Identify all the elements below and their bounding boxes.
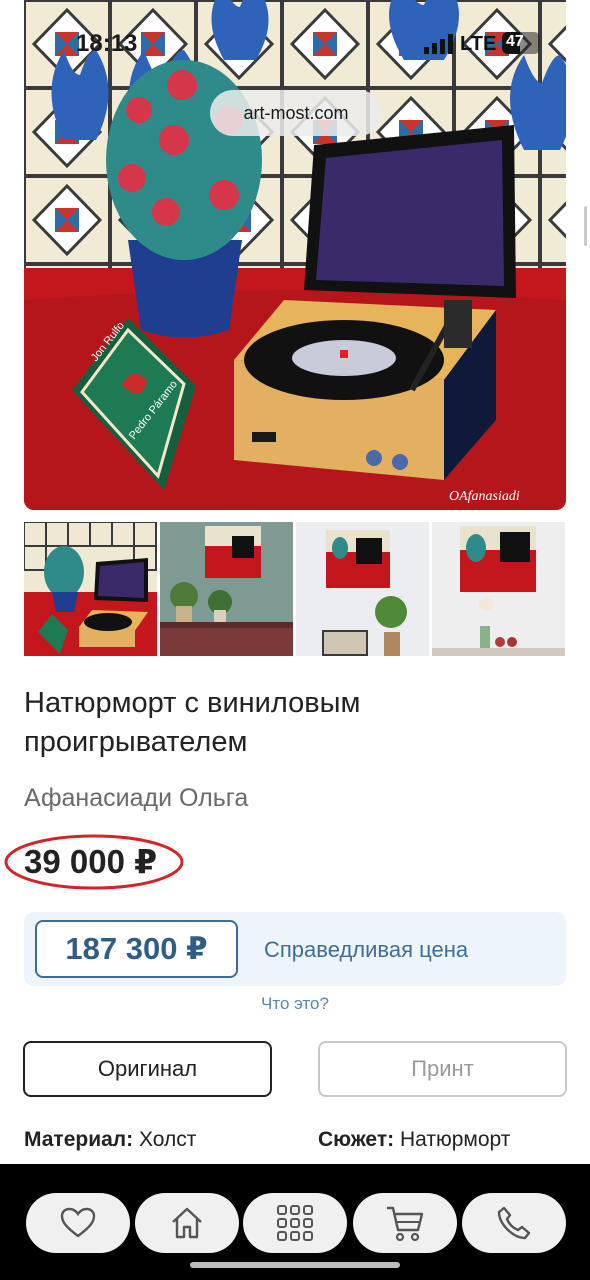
- thumbnail-1[interactable]: [24, 522, 157, 656]
- home-button[interactable]: [135, 1193, 239, 1253]
- product-title: Натюрморт с виниловым проигрывателем: [24, 687, 361, 758]
- fair-price-label: Справедливая цена: [264, 937, 469, 962]
- material-value: Холст: [139, 1128, 197, 1151]
- subject-value: Натюрморт: [399, 1128, 511, 1151]
- product-author[interactable]: Афанасиади Ольга: [24, 784, 248, 813]
- material-label: Материал:: [24, 1128, 134, 1151]
- home-icon: [172, 1207, 202, 1239]
- thumbnail-4[interactable]: [432, 522, 565, 656]
- thumbnail-2[interactable]: [160, 522, 293, 656]
- subject-label: Сюжет:: [318, 1128, 395, 1151]
- phone-icon: [497, 1206, 531, 1240]
- thumbnail-strip[interactable]: [24, 522, 590, 656]
- cart-button[interactable]: [353, 1193, 457, 1253]
- heart-icon: [60, 1207, 96, 1238]
- fair-price-value: 187 300 ₽: [35, 920, 238, 978]
- url-bar[interactable]: art-most.com: [210, 90, 382, 136]
- grid-icon: [277, 1205, 313, 1241]
- scrollbar[interactable]: [584, 206, 587, 246]
- home-indicator[interactable]: [190, 1262, 400, 1268]
- fair-price-panel: 187 300 ₽ Справедливая цена: [24, 912, 566, 986]
- artist-signature: OAfanasiadi: [449, 489, 520, 504]
- artwork-main-image[interactable]: Jon Rulfo Pedro Páramo OAfanasiadi: [24, 0, 566, 510]
- catalog-button[interactable]: [243, 1193, 347, 1253]
- call-button[interactable]: [462, 1193, 566, 1253]
- subject-property: Сюжет: Натюрморт: [318, 1128, 510, 1152]
- print-option-button[interactable]: Принт: [318, 1041, 567, 1097]
- thumbnail-3[interactable]: [296, 522, 429, 656]
- fair-price-help-link[interactable]: Что это?: [0, 994, 590, 1014]
- original-option-button[interactable]: Оригинал: [23, 1041, 272, 1097]
- cart-icon: [387, 1206, 424, 1242]
- material-property: Материал: Холст: [24, 1128, 196, 1152]
- price-highlight-circle: [4, 834, 184, 890]
- favorites-button[interactable]: [26, 1193, 130, 1253]
